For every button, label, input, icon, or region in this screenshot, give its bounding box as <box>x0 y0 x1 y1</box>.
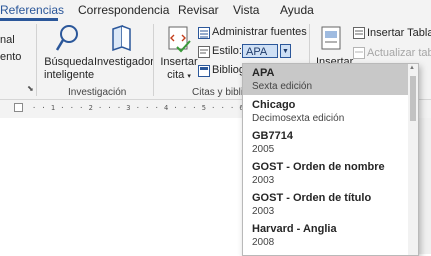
style-option-gost-titulo[interactable]: GOST - Orden de título 2003 <box>243 188 416 219</box>
tab-referencias[interactable]: Referencias <box>0 3 64 17</box>
insertar-cita-label-2: cita ▾ <box>167 69 191 81</box>
busqueda-inteligente-button[interactable]: Búsqueda inteligente <box>44 56 94 82</box>
style-option-apa[interactable]: APA Sexta edición <box>243 64 416 95</box>
administrar-fuentes-button[interactable]: Administrar fuentes <box>212 26 307 39</box>
style-option-gb7714[interactable]: GB7714 2005 <box>243 126 416 157</box>
tab-ayuda[interactable]: Ayuda <box>280 3 314 17</box>
style-option-name: Chicago <box>252 99 296 111</box>
actualizar-tabla-button[interactable]: Actualizar tabla <box>367 47 431 60</box>
insertar-tabla-button[interactable]: Insertar Tabla de <box>367 27 431 40</box>
researcher-icon <box>110 24 132 52</box>
style-option-version: 2003 <box>252 175 275 186</box>
style-icon <box>198 45 210 58</box>
tab-revisar[interactable]: Revisar <box>178 3 219 17</box>
bibliografia-button[interactable]: Bibliog <box>212 64 245 77</box>
style-option-harvard-anglia[interactable]: Harvard - Anglia 2008 <box>243 219 416 255</box>
style-option-version: Sexta edición <box>252 81 313 92</box>
chevron-down-icon: ▾ <box>187 73 191 80</box>
style-option-name: GOST - Orden de título <box>252 192 372 204</box>
estilo-label: Estilo: <box>212 45 242 57</box>
insert-citation-icon <box>166 25 192 53</box>
style-option-name: APA <box>252 67 275 79</box>
dialog-launcher-icon[interactable]: ⬊ <box>27 84 34 93</box>
citation-style-dropdown: APA Sexta edición Chicago Decimosexta ed… <box>242 63 419 256</box>
search-icon <box>55 24 79 52</box>
busqueda-label-1: Búsqueda <box>44 56 94 68</box>
insert-table-of-figures-icon <box>353 26 365 39</box>
style-select[interactable]: APA <box>242 44 278 58</box>
bibliography-icon <box>198 64 210 77</box>
group-label-investigacion: Investigación <box>68 87 127 98</box>
left-group-label-cut-2[interactable]: ento <box>0 51 21 64</box>
scrollbar-thumb[interactable] <box>410 76 416 121</box>
group-separator <box>153 24 154 96</box>
tab-selector[interactable] <box>14 103 23 112</box>
style-option-name: GB7714 <box>252 130 293 142</box>
insertar-cita-button[interactable]: Insertar cita ▾ <box>159 56 199 83</box>
vertical-scrollbar[interactable] <box>417 118 431 254</box>
tab-correspondencia[interactable]: Correspondencia <box>78 3 169 17</box>
style-option-gost-nombre[interactable]: GOST - Orden de nombre 2003 <box>243 157 416 188</box>
style-option-version: 2008 <box>252 237 275 248</box>
manage-sources-icon <box>198 26 210 39</box>
scroll-up-arrow-icon[interactable]: ▲ <box>409 65 415 71</box>
investigador-button[interactable]: Investigador <box>94 56 154 69</box>
horizontal-ruler[interactable]: · · 1 · · · 2 · · · 3 · · · 4 · · · 5 · … <box>32 104 246 112</box>
style-option-name: Harvard - Anglia <box>252 223 337 235</box>
dropdown-scrollbar[interactable]: ▲ <box>408 64 418 255</box>
style-option-version: Decimosexta edición <box>252 113 345 124</box>
group-separator <box>36 24 37 96</box>
update-table-icon <box>353 46 365 59</box>
left-group-label-cut[interactable]: nal <box>0 34 15 47</box>
style-option-version: 2003 <box>252 206 275 217</box>
insertar-cita-label-1: Insertar <box>160 56 198 68</box>
tab-vista[interactable]: Vista <box>233 3 259 17</box>
busqueda-label-2: inteligente <box>44 69 95 81</box>
style-option-name: GOST - Orden de nombre <box>252 161 385 173</box>
style-option-version: 2005 <box>252 144 275 155</box>
style-option-chicago[interactable]: Chicago Decimosexta edición <box>243 95 416 126</box>
insert-caption-icon <box>321 26 343 52</box>
group-label-citas: Citas y biblio <box>192 87 249 98</box>
ribbon-tab-row: Referencias Correspondencia Revisar Vist… <box>0 0 431 21</box>
style-dropdown-arrow-icon[interactable]: ▼ <box>280 44 291 58</box>
